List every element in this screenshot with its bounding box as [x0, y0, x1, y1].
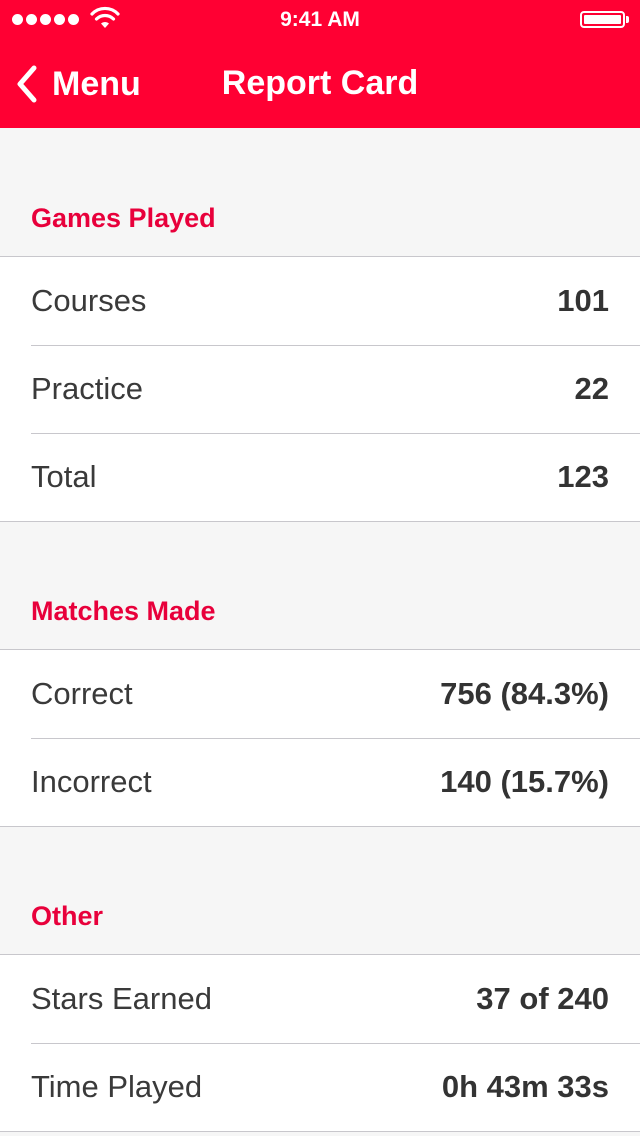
stat-row-stars-earned: Stars Earned 37 of 240	[0, 955, 640, 1043]
section-header-games-played: Games Played	[0, 128, 640, 257]
section-title: Games Played	[31, 203, 216, 233]
stat-label: Practice	[31, 371, 143, 406]
stat-value: 0h 43m 33s	[441, 1069, 609, 1104]
section-title: Other	[31, 901, 104, 931]
battery-level	[584, 15, 621, 24]
section-matches-made: Correct 756 (84.3%) Incorrect 140 (15.7%…	[0, 650, 640, 827]
stat-label: Correct	[31, 676, 133, 711]
section-header-matches-made: Matches Made	[0, 522, 640, 650]
section-header-other: Other	[0, 827, 640, 955]
navigation-bar: Menu Report Card	[0, 40, 640, 128]
stat-value: 756 (84.3%)	[440, 676, 609, 711]
battery-icon	[580, 11, 625, 28]
stat-label: Courses	[31, 283, 147, 318]
status-time: 9:41 AM	[280, 8, 360, 31]
stat-value: 101	[557, 283, 609, 318]
section-other: Stars Earned 37 of 240 Time Played 0h 43…	[0, 955, 640, 1132]
page-title: Report Card	[221, 64, 419, 102]
stat-value: 123	[557, 459, 609, 494]
stat-row-practice: Practice 22	[0, 345, 640, 433]
stat-row-time-played: Time Played 0h 43m 33s	[0, 1043, 640, 1131]
status-bar: 9:41 AM	[0, 0, 640, 40]
stat-value: 22	[574, 371, 609, 406]
stat-label: Time Played	[31, 1069, 203, 1104]
stat-value: 140 (15.7%)	[440, 764, 609, 799]
stat-row-incorrect: Incorrect 140 (15.7%)	[0, 738, 640, 826]
stat-label: Stars Earned	[31, 981, 212, 1016]
stat-row-correct: Correct 756 (84.3%)	[0, 650, 640, 738]
battery-tip	[626, 16, 629, 23]
stat-row-total: Total 123	[0, 433, 640, 521]
section-title: Matches Made	[31, 596, 216, 626]
stat-label: Incorrect	[31, 764, 152, 799]
stat-value: 37 of 240	[476, 981, 609, 1016]
report-table[interactable]: Games Played Courses 101 Practice 22 Tot…	[0, 128, 640, 1132]
stat-label: Total	[31, 459, 97, 494]
section-games-played: Courses 101 Practice 22 Total 123	[0, 257, 640, 522]
stat-row-courses: Courses 101	[0, 257, 640, 345]
